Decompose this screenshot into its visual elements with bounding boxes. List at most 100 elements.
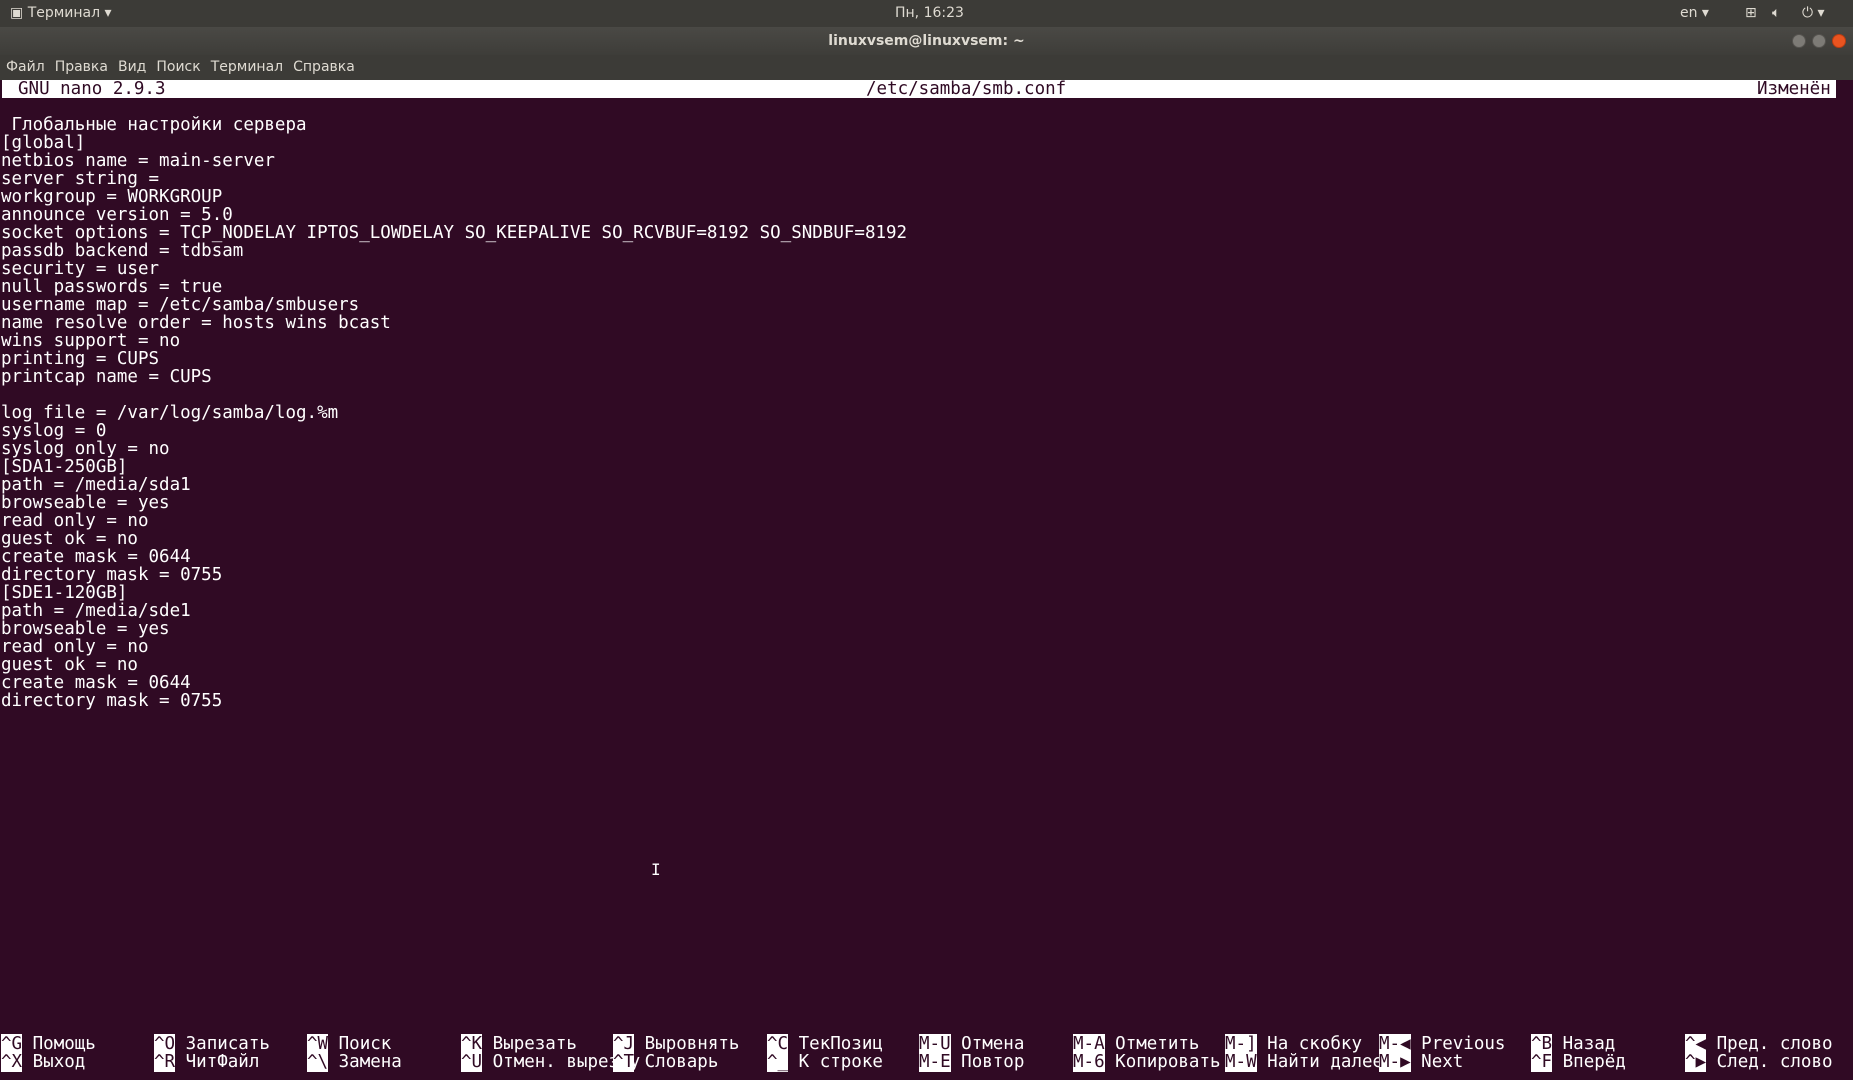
shortcut-label: Пред. слово: [1716, 1034, 1833, 1054]
file-line: log file = /var/log/samba/log.%m: [1, 403, 339, 423]
language-indicator[interactable]: en ▾: [1680, 5, 1709, 21]
file-content[interactable]: Глобальные настройки сервера [global] netb…: [1, 116, 907, 710]
shortcut-key: M-6: [1073, 1052, 1105, 1072]
volume-icon[interactable]: 🔈︎: [1772, 5, 1780, 21]
shortcut-key: ^R: [154, 1052, 176, 1072]
shortcut-key: ^G: [1, 1034, 23, 1054]
file-line: browseable = yes: [1, 493, 170, 513]
shortcut-label: Выход: [32, 1052, 86, 1072]
file-line: create mask = 0644: [1, 547, 191, 567]
close-button[interactable]: [1832, 34, 1846, 48]
file-line: passdb backend = tdbsam: [1, 241, 244, 261]
maximize-button[interactable]: [1812, 34, 1826, 48]
shortcut-label: Назад: [1562, 1034, 1616, 1054]
shortcut-label: Next: [1421, 1052, 1464, 1072]
shortcut-label: Выровнять: [644, 1034, 740, 1054]
menu-item[interactable]: Справка: [293, 55, 355, 80]
file-line: directory mask = 0755: [1, 691, 223, 711]
file-line: netbios name = main-server: [1, 151, 275, 171]
terminal-area[interactable]: GNU nano 2.9.3 /etc/samba/smb.conf Измен…: [0, 80, 1838, 1080]
shortcut-item: ^R ЧитФайл: [154, 1052, 260, 1072]
shortcut-label: Словарь: [644, 1052, 719, 1072]
modified-status: Изменён: [1757, 79, 1831, 99]
shortcut-label: На скобку: [1267, 1034, 1362, 1054]
app-menu[interactable]: ▣ Терминал ▾: [10, 5, 112, 21]
shortcut-key: M-]: [1225, 1034, 1257, 1054]
file-line: guest ok = no: [1, 529, 138, 549]
shortcut-label: Вырезать: [492, 1034, 577, 1054]
file-line: read only = no: [1, 511, 149, 531]
file-line: browseable = yes: [1, 619, 170, 639]
shortcut-label: Повтор: [961, 1052, 1025, 1072]
shortcut-key: ^K: [461, 1034, 483, 1054]
file-line: printing = CUPS: [1, 349, 160, 369]
file-name: /etc/samba/smb.conf: [866, 79, 1067, 99]
shortcut-key: M-W: [1225, 1052, 1257, 1072]
shortcut-key: ^O: [154, 1034, 176, 1054]
shortcut-label: ТекПозиц: [798, 1034, 883, 1054]
minimize-button[interactable]: [1792, 34, 1806, 48]
shortcut-label: Замена: [338, 1052, 402, 1072]
shortcut-key: ^\: [307, 1052, 329, 1072]
shortcut-label: Помощь: [32, 1034, 96, 1054]
shortcut-item: ^\ Замена: [307, 1052, 402, 1072]
shortcut-key: M-◀: [1379, 1034, 1411, 1054]
text-cursor-icon: I: [651, 860, 661, 879]
shortcut-item: ^W Поиск: [307, 1034, 391, 1054]
power-icon[interactable]: ⏻ ▾: [1802, 5, 1825, 21]
menu-item[interactable]: Правка: [55, 55, 108, 80]
shortcut-item: M-U Отмена: [919, 1034, 1024, 1054]
shortcut-item: M-◀ Previous: [1379, 1034, 1505, 1054]
clock[interactable]: Пн, 16:23: [895, 5, 964, 21]
shortcut-item: ^▶ След. слово: [1685, 1052, 1833, 1072]
file-line: Глобальные настройки сервера: [1, 115, 307, 135]
menu-item[interactable]: Вид: [118, 55, 146, 80]
shortcut-item: ^J Выровнять: [613, 1034, 740, 1054]
file-line: username map = /etc/samba/smbusers: [1, 295, 360, 315]
file-line: workgroup = WORKGROUP: [1, 187, 223, 207]
shortcut-item: ^F Вперёд: [1531, 1052, 1626, 1072]
window-title: linuxvsem@linuxvsem: ~: [828, 33, 1025, 49]
file-line: wins support = no: [1, 331, 181, 351]
system-top-panel: ▣ Терминал ▾ Пн, 16:23 en ▾ ⊞ 🔈︎ ⏻ ▾: [0, 0, 1853, 27]
shortcut-item: M-] На скобку: [1225, 1034, 1362, 1054]
shortcut-label: След. слово: [1716, 1052, 1833, 1072]
shortcut-item: ^B Назад: [1531, 1034, 1616, 1054]
terminal-icon: ▣: [10, 5, 28, 21]
file-line: path = /media/sde1: [1, 601, 191, 621]
shortcut-label: Найти далее: [1267, 1052, 1384, 1072]
file-line: null passwords = true: [1, 277, 223, 297]
shortcut-key: ^U: [461, 1052, 483, 1072]
shortcut-key: ^B: [1531, 1034, 1553, 1054]
file-line: announce version = 5.0: [1, 205, 233, 225]
menu-item[interactable]: Терминал: [211, 55, 283, 80]
menu-bar: Файл Правка Вид Поиск Терминал Справка: [0, 55, 1853, 80]
menu-item[interactable]: Файл: [6, 55, 45, 80]
shortcut-key: ^◀: [1685, 1034, 1707, 1054]
file-line: read only = no: [1, 637, 149, 657]
file-line: path = /media/sda1: [1, 475, 191, 495]
shortcut-item: ^C ТекПозиц: [767, 1034, 883, 1054]
shortcut-item: M-E Повтор: [919, 1052, 1025, 1072]
file-line: socket options = TCP_NODELAY IPTOS_LOWDE…: [1, 223, 908, 243]
file-line: syslog only = no: [1, 439, 170, 459]
shortcut-label: ЧитФайл: [185, 1052, 260, 1072]
shortcut-label: Вперёд: [1562, 1052, 1626, 1072]
shortcut-key: ^_: [767, 1052, 789, 1072]
shortcut-key: ^▶: [1685, 1052, 1707, 1072]
shortcut-key: M-▶: [1379, 1052, 1411, 1072]
file-line: [1, 386, 907, 404]
window-titlebar: linuxvsem@linuxvsem: ~: [0, 27, 1853, 55]
shortcut-item: M-A Отметить: [1073, 1034, 1199, 1054]
shortcut-key: ^C: [767, 1034, 789, 1054]
shortcut-key: ^W: [307, 1034, 329, 1054]
shortcut-label: К строке: [798, 1052, 883, 1072]
menu-item[interactable]: Поиск: [156, 55, 200, 80]
nano-version: GNU nano 2.9.3: [18, 79, 166, 99]
shortcut-key: M-E: [919, 1052, 951, 1072]
file-line: [global]: [1, 133, 86, 153]
file-line: syslog = 0: [1, 421, 107, 441]
file-line: guest ok = no: [1, 655, 138, 675]
nano-header: GNU nano 2.9.3 /etc/samba/smb.conf Измен…: [2, 80, 1836, 98]
network-icon[interactable]: ⊞: [1745, 5, 1757, 21]
